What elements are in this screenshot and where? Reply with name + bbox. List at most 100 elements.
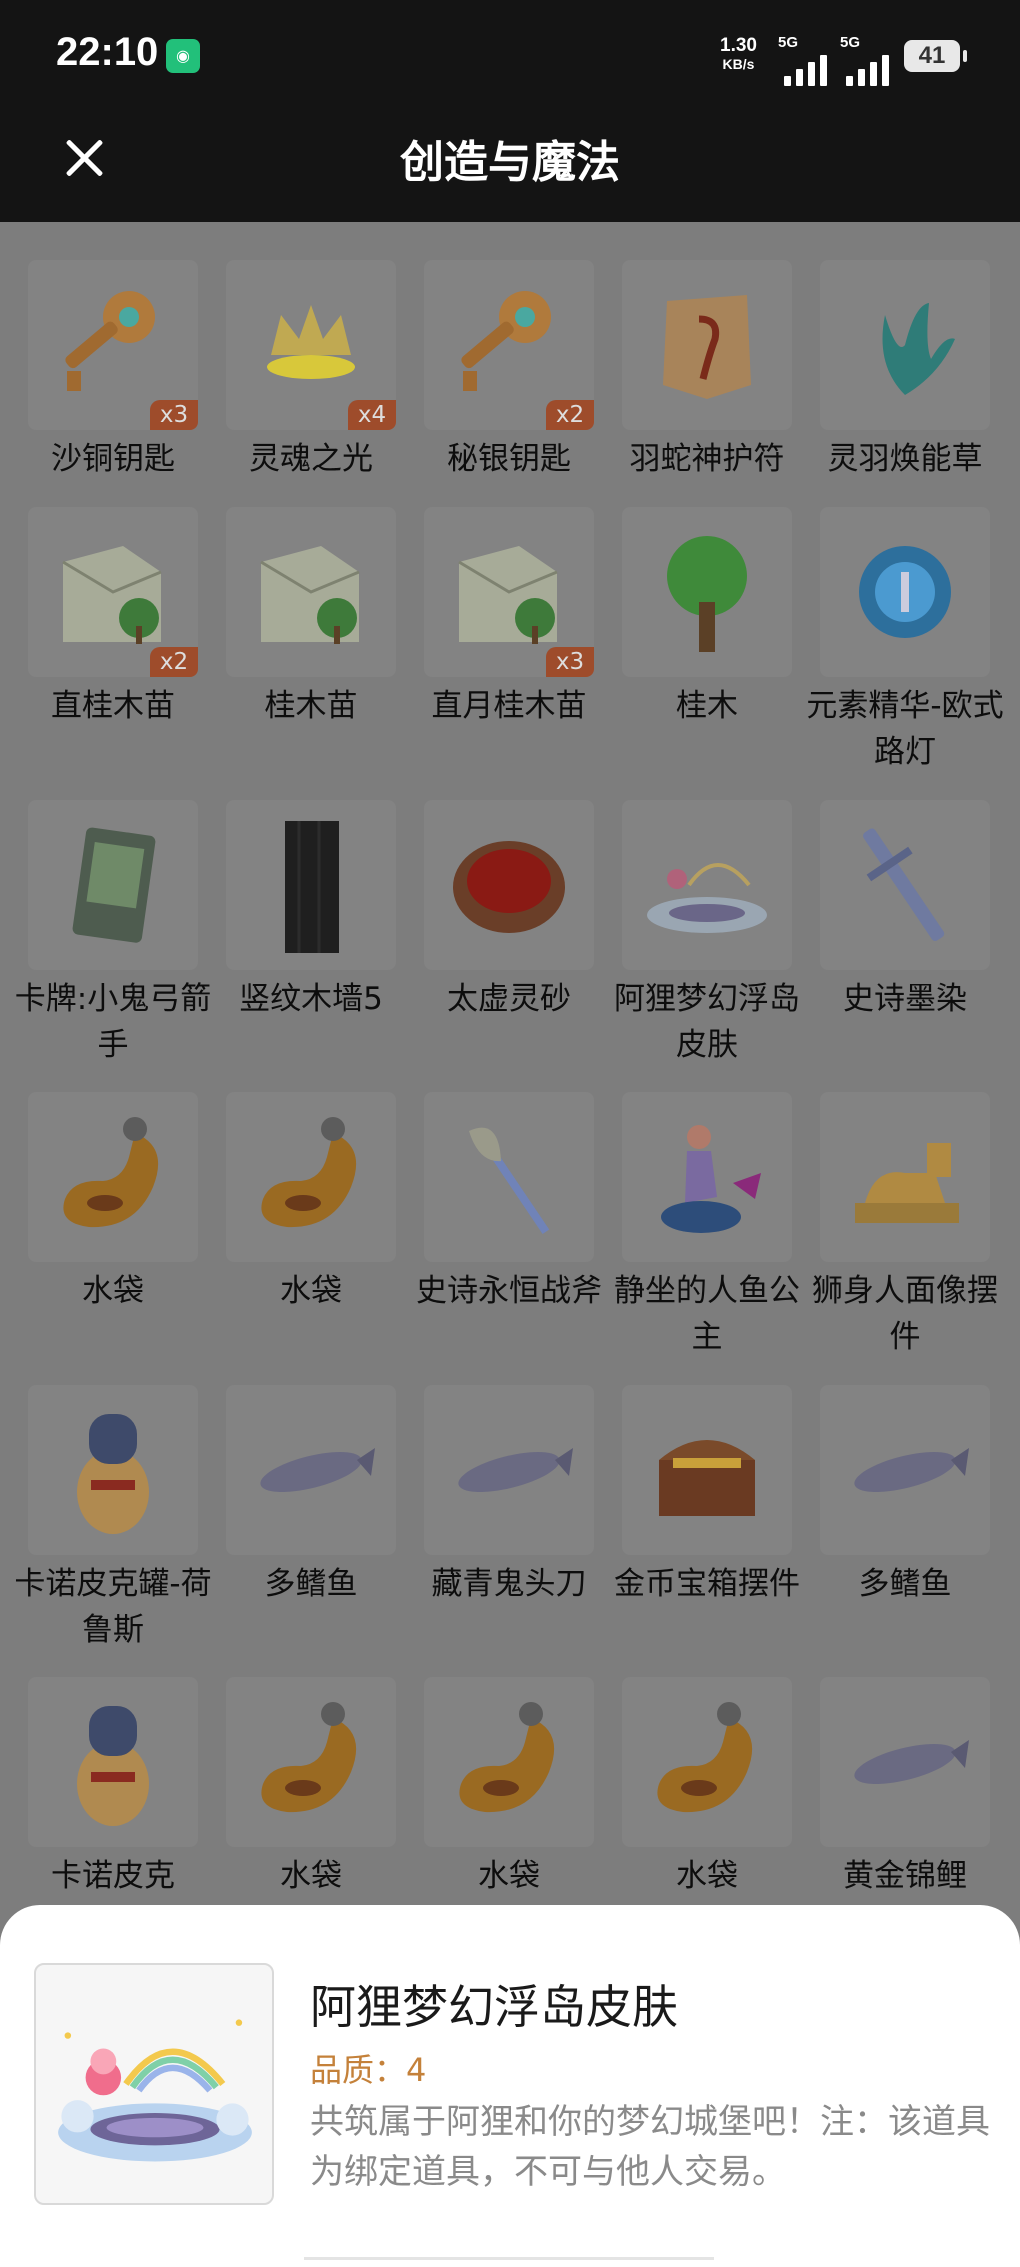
item-thumbnail: x3 (28, 260, 198, 430)
item-label: 直桂木苗 (51, 688, 175, 724)
orb-icon (859, 546, 951, 638)
island-icon (647, 863, 767, 933)
canopic-jar-icon (77, 1414, 149, 1534)
item-thumbnail (226, 1385, 396, 1555)
item-thumbnail: x2 (424, 260, 594, 430)
seed-bag-icon (62, 546, 162, 644)
seed-bag-icon (260, 546, 360, 644)
item-label: 水袋 (676, 1858, 738, 1894)
item-label: 史诗永恒战斧 (416, 1273, 602, 1309)
count-badge: x4 (348, 400, 396, 430)
sheet-bottom-divider (304, 2257, 714, 2260)
water-bag-icon (459, 1702, 555, 1813)
item-label: 狮身人面像摆件 (812, 1273, 998, 1355)
item-label: 桂木苗 (264, 688, 358, 724)
item-thumbnail (622, 1677, 792, 1847)
item-label: 竖纹木墙5 (239, 981, 383, 1017)
island-icon (58, 2019, 252, 2162)
item-thumbnail (820, 507, 990, 677)
fish-icon (854, 1448, 969, 1492)
detail-thumbnail (34, 1963, 274, 2205)
count-badge: x2 (150, 647, 198, 677)
item-label: 史诗墨染 (843, 981, 967, 1017)
network-speed: 1.30 KB/s (720, 36, 757, 74)
page-title: 创造与魔法 (400, 137, 620, 188)
key-icon (65, 291, 155, 391)
item-label: 水袋 (82, 1273, 144, 1309)
item-thumbnail (28, 1385, 198, 1555)
item-thumbnail (820, 260, 990, 430)
item-thumbnail (226, 1092, 396, 1262)
item-label: 水袋 (478, 1858, 540, 1894)
item-label: 元素精华-欧式路灯 (806, 688, 1004, 770)
item-thumbnail: x2 (28, 507, 198, 677)
item-label: 羽蛇神护符 (629, 441, 785, 477)
item-label: 金币宝箱摆件 (614, 1566, 800, 1602)
fish-icon (458, 1448, 573, 1492)
fish-icon (854, 1740, 969, 1784)
item-thumbnail (622, 1385, 792, 1555)
item-label: 黄金锦鲤 (843, 1858, 967, 1894)
count-badge: x3 (150, 400, 198, 430)
amulet-icon (663, 295, 751, 399)
item-detail-sheet: 阿狸梦幻浮岛皮肤 品质：4 共筑属于阿狸和你的梦幻城堡吧！注：该道具为绑定道具，… (0, 1905, 1020, 2267)
sword-icon (863, 828, 945, 941)
water-bag-icon (261, 1117, 357, 1228)
status-bar: 22:10 ◉ 1.30 KB/s 5G 5G 41 (0, 0, 1020, 110)
item-thumbnail (622, 1092, 792, 1262)
item-label: 灵羽焕能草 (827, 441, 983, 477)
hotspot-icon: ◉ (166, 39, 200, 73)
item-thumbnail (622, 800, 792, 970)
fish-icon (260, 1448, 375, 1492)
sphinx-icon (855, 1143, 959, 1223)
mermaid-icon (661, 1125, 761, 1233)
count-badge: x3 (546, 647, 594, 677)
axe-icon (469, 1127, 550, 1234)
item-thumbnail (820, 1092, 990, 1262)
item-thumbnail (622, 507, 792, 677)
detail-description: 共筑属于阿狸和你的梦幻城堡吧！注：该道具为绑定道具，不可与他人交易。 (310, 2102, 990, 2192)
item-thumbnail (820, 1385, 990, 1555)
item-thumbnail (226, 800, 396, 970)
item-thumbnail (28, 1092, 198, 1262)
item-thumbnail (424, 1092, 594, 1262)
signal-1-tag: 5G (778, 34, 799, 51)
header: 创造与魔法 (0, 110, 1020, 222)
item-thumbnail (622, 260, 792, 430)
item-thumbnail (424, 1677, 594, 1847)
chest-icon (659, 1440, 755, 1516)
item-label: 藏青鬼头刀 (431, 1566, 587, 1602)
item-thumbnail (820, 800, 990, 970)
item-label: 卡诺皮克 (51, 1858, 175, 1894)
item-label: 太虚灵砂 (447, 981, 571, 1017)
water-bag-icon (63, 1117, 159, 1228)
network-speed-value: 1.30 (720, 35, 757, 56)
item-label: 桂木 (676, 688, 738, 724)
key-icon (461, 291, 551, 391)
item-grid: x3 沙铜钥匙 x4 灵魂之光 x2 秘银钥匙 羽蛇神护符 灵羽焕能草 x2 直桂木苗 桂木苗 x3 直… (0, 222, 1020, 1910)
item-thumbnail (424, 800, 594, 970)
item-label: 沙铜钥匙 (51, 441, 175, 477)
network-speed-unit: KB/s (722, 56, 755, 72)
item-thumbnail (424, 1385, 594, 1555)
plant-icon (882, 303, 955, 395)
item-label: 静坐的人鱼公主 (614, 1273, 800, 1355)
crown-light-icon (267, 305, 355, 379)
item-label: 直月桂木苗 (431, 688, 587, 724)
water-bag-icon (657, 1702, 753, 1813)
item-label: 秘银钥匙 (447, 441, 571, 477)
tree-icon (667, 536, 747, 652)
battery-icon: 41 (904, 40, 967, 72)
bowl-icon (453, 841, 565, 933)
item-label: 多鳍鱼 (264, 1566, 358, 1602)
item-label: 卡诺皮克罐-荷鲁斯 (14, 1566, 212, 1648)
wall-icon (285, 821, 339, 953)
card-icon (72, 827, 156, 943)
detail-quality: 品质：4 (310, 2051, 427, 2089)
item-thumbnail (226, 1677, 396, 1847)
clock: 22:10 (56, 30, 159, 74)
canopic-jar-icon (77, 1706, 149, 1826)
count-badge: x2 (546, 400, 594, 430)
item-label: 多鳍鱼 (858, 1566, 952, 1602)
item-thumbnail: x3 (424, 507, 594, 677)
